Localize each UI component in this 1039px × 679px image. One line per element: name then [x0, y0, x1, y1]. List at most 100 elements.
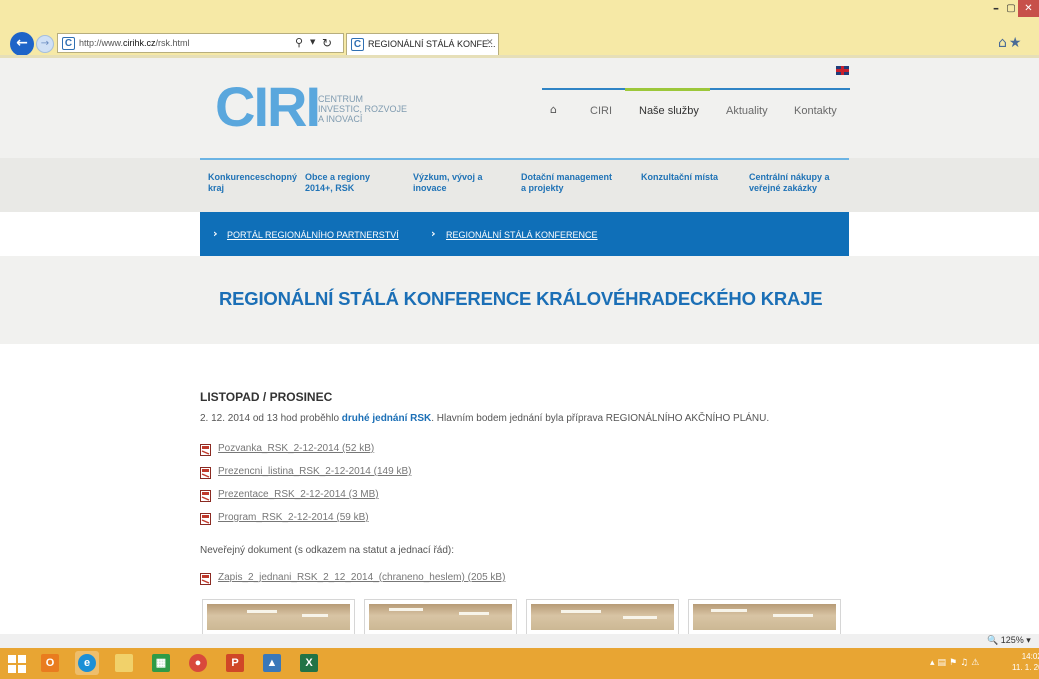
top-nav-aktuality[interactable]: Aktuality	[726, 105, 768, 117]
excel-icon: X	[300, 654, 318, 672]
taskbar-store[interactable]: ▦	[149, 651, 173, 675]
start-tile	[8, 665, 16, 673]
chevron-down-icon: ▾	[1026, 635, 1031, 645]
services-item-line: Konkurenceschopný	[208, 172, 298, 182]
services-item-line: Dotační management	[521, 172, 613, 182]
minimize-button[interactable]: –	[989, 2, 1003, 16]
action-center-flag-icon[interactable]: ⚑	[949, 658, 960, 668]
outlook-icon: O	[41, 654, 59, 672]
top-nav-kontakty[interactable]: Kontakty	[794, 105, 837, 117]
photo-image	[369, 604, 512, 630]
gallery-photo[interactable]	[364, 599, 517, 634]
services-item-line: Výzkum, vývoj a	[413, 172, 483, 182]
gallery-photo[interactable]	[526, 599, 679, 634]
system-tray: ▴▤⚑♫⚠	[930, 658, 982, 668]
services-item[interactable]: Výzkum, vývoj a inovace	[413, 172, 513, 194]
taskbar-internet-explorer[interactable]: e	[75, 651, 99, 675]
status-bar: 🔍 125% ▾	[0, 634, 1039, 648]
document-link[interactable]: Prezentace_RSK_2-12-2014 (3 MB)	[218, 489, 379, 500]
document-link[interactable]: Pozvanka_RSK_2-12-2014 (52 kB)	[218, 443, 374, 454]
services-item[interactable]: Centrální nákupy a veřejné zakázky	[749, 172, 849, 194]
services-item-line: Obce a regiony	[305, 172, 371, 182]
photo-detail	[459, 612, 489, 615]
network-icon[interactable]: ▤	[938, 658, 950, 668]
site-favicon-icon: C	[62, 37, 75, 50]
address-bar[interactable]: C http://www.cirihk.cz/rsk.html ⚲ ▼ ↻	[57, 33, 344, 53]
breadcrumb-link[interactable]: REGIONÁLNÍ STÁLÁ KONFERENCE	[446, 230, 598, 240]
chevron-down-icon[interactable]: ▼	[310, 38, 315, 46]
photo-image	[207, 604, 350, 630]
tray-expand-icon[interactable]: ▴	[930, 658, 938, 668]
notification-icon[interactable]: ⚠	[971, 658, 982, 668]
address-url[interactable]: http://www.cirihk.cz/rsk.html	[79, 38, 190, 48]
document-link[interactable]: Program_RSK_2-12-2014 (59 kB)	[218, 512, 369, 523]
search-icon[interactable]: ⚲	[295, 36, 303, 49]
gallery-photo[interactable]	[202, 599, 355, 634]
forward-button[interactable]: →	[36, 35, 54, 53]
taskbar-clock[interactable]: 14:02 11. 1. 2015	[1012, 651, 1039, 673]
tab-title: REGIONÁLNÍ STÁLÁ KONFE...	[368, 39, 496, 49]
browser-chrome: ← → C http://www.cirihk.cz/rsk.html ⚲ ▼ …	[0, 0, 1039, 58]
top-nav-nase-sluzby[interactable]: Naše služby	[639, 105, 699, 117]
taskbar-chrome[interactable]: ●	[186, 651, 210, 675]
site-logo[interactable]: CIRI CENTRUM INVESTIC, ROZVOJE A INOVACÍ	[215, 75, 415, 138]
intro-text: . Hlavním bodem jednání byla příprava RE…	[431, 413, 770, 424]
windows-start-icon[interactable]	[8, 655, 26, 673]
english-flag-icon[interactable]	[836, 66, 849, 75]
web-page: CIRI CENTRUM INVESTIC, ROZVOJE A INOVACÍ…	[0, 58, 1039, 634]
intro-paragraph: 2. 12. 2014 od 13 hod proběhlo druhé jed…	[200, 413, 769, 424]
services-item[interactable]: Obce a regiony 2014+, RSK	[305, 172, 405, 194]
intro-text: 2. 12. 2014 od 13 hod proběhlo	[200, 413, 342, 424]
zoom-control[interactable]: 🔍 125% ▾	[987, 635, 1031, 646]
refresh-icon[interactable]: ↻	[322, 36, 332, 50]
url-domain: cirihk.cz	[123, 38, 156, 48]
services-item[interactable]: Dotační management a projekty	[521, 172, 621, 194]
url-prefix: http://www.	[79, 38, 124, 48]
services-item[interactable]: Konzultační místa	[641, 172, 741, 183]
intro-highlight: druhé jednání RSK	[341, 413, 432, 424]
home-nav-icon[interactable]: ⌂	[550, 103, 557, 116]
section-heading: LISTOPAD / PROSINEC	[200, 390, 333, 404]
maximize-button[interactable]: ▢	[1004, 2, 1018, 16]
services-item-line: a projekty	[521, 183, 564, 193]
powerpoint-icon: P	[226, 654, 244, 672]
volume-icon[interactable]: ♫	[960, 658, 971, 668]
breadcrumb: › PORTÁL REGIONÁLNÍHO PARTNERSTVÍ › REGI…	[200, 212, 849, 256]
page-title: REGIONÁLNÍ STÁLÁ KONFERENCE KRÁLOVÉHRADE…	[219, 288, 823, 309]
taskbar-excel[interactable]: X	[297, 651, 321, 675]
pdf-icon	[200, 573, 211, 585]
logo-tagline-line: INVESTIC, ROZVOJE	[318, 104, 408, 114]
logo-tagline-line: A INOVACÍ	[318, 114, 363, 124]
breadcrumb-link[interactable]: PORTÁL REGIONÁLNÍHO PARTNERSTVÍ	[227, 230, 399, 240]
document-link[interactable]: Zapis_2_jednani_RSK_2_12_2014_(chraneno_…	[218, 572, 505, 583]
taskbar-powerpoint[interactable]: P	[223, 651, 247, 675]
back-button[interactable]: ←	[10, 32, 34, 56]
start-tile	[18, 665, 26, 673]
photo-detail	[389, 608, 423, 611]
folder-icon	[115, 654, 133, 672]
close-tab-icon[interactable]: ✕	[486, 38, 494, 48]
private-document-note: Neveřejný dokument (s odkazem na statut …	[200, 545, 455, 556]
top-nav-ciri[interactable]: CIRI	[590, 105, 612, 117]
close-window-button[interactable]: ✕	[1018, 0, 1039, 17]
services-item[interactable]: Konkurenceschopný kraj	[208, 172, 308, 194]
services-item-line: Centrální nákupy a	[749, 172, 830, 182]
logo-wordmark: CIRI	[215, 75, 321, 138]
taskbar-photo-viewer[interactable]: ▲	[260, 651, 284, 675]
page-title-band: REGIONÁLNÍ STÁLÁ KONFERENCE KRÁLOVÉHRADE…	[0, 256, 1039, 344]
tab-active[interactable]: C REGIONÁLNÍ STÁLÁ KONFE... ✕	[346, 33, 499, 55]
home-icon[interactable]: ⌂	[998, 35, 1009, 51]
site-header: CIRI CENTRUM INVESTIC, ROZVOJE A INOVACÍ…	[0, 58, 1039, 158]
photo-detail	[561, 610, 601, 613]
taskbar: O e ▦ ● P ▲ X ▴▤⚑♫⚠ 14:02 11. 1. 2015	[0, 648, 1039, 679]
photo-detail	[247, 610, 277, 613]
taskbar-file-explorer[interactable]	[112, 651, 136, 675]
logo-tagline: CENTRUM INVESTIC, ROZVOJE A INOVACÍ	[318, 94, 407, 124]
taskbar-outlook[interactable]: O	[38, 651, 62, 675]
chevron-right-icon: ›	[213, 227, 218, 240]
gallery-photo[interactable]	[688, 599, 841, 634]
photo-detail	[773, 614, 813, 617]
favorites-star-icon[interactable]: ★	[1009, 35, 1024, 51]
document-link[interactable]: Prezencni_listina_RSK_2-12-2014 (149 kB)	[218, 466, 411, 477]
pdf-icon	[200, 490, 211, 502]
